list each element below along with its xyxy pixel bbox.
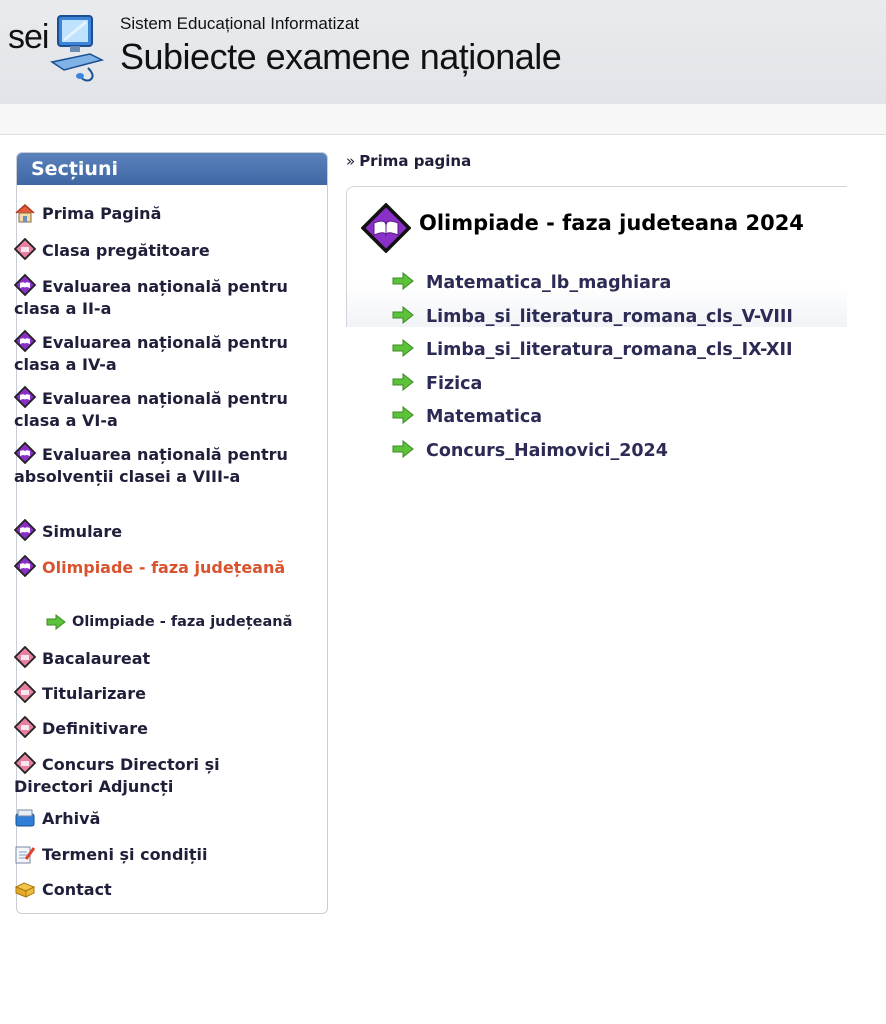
subject-links-list: Matematica_lb_maghiara Limba_si_literatu… xyxy=(392,272,793,473)
sidebar-item-label: Bacalaureat xyxy=(42,649,151,668)
sidebar-item-evaluare-vi[interactable]: Evaluarea națională pentru clasa a VI-a xyxy=(14,386,304,432)
list-item[interactable]: Limba_si_literatura_romana_cls_V-VIII xyxy=(392,305,793,340)
sidebar-item-definitivare[interactable]: Definitivare xyxy=(14,716,304,740)
subject-link[interactable]: Fizica xyxy=(426,374,482,394)
sidebar-item-label: Definitivare xyxy=(42,719,148,738)
sidebar-item-titularizare[interactable]: Titularizare xyxy=(14,681,304,705)
diamond-book-icon xyxy=(14,519,36,541)
list-item[interactable]: Matematica xyxy=(392,406,793,440)
list-item[interactable]: Limba_si_literatura_romana_cls_IX-XII xyxy=(392,339,793,373)
sidebar-item-label: Titularizare xyxy=(42,684,146,703)
diamond-book-icon xyxy=(14,442,36,464)
sidebar-item-label: Evaluarea națională pentru clasa a II-a xyxy=(14,277,288,318)
subject-link[interactable]: Limba_si_literatura_romana_cls_IX-XII xyxy=(426,340,793,360)
sidebar-subitem-olimpiade[interactable]: Olimpiade - faza județeană xyxy=(46,611,316,633)
breadcrumb-home-link[interactable]: Prima pagina xyxy=(359,152,471,170)
sidebar-heading: Secțiuni xyxy=(17,153,327,185)
diamond-book-icon xyxy=(14,274,36,296)
subject-link[interactable]: Limba_si_literatura_romana_cls_V-VIII xyxy=(426,307,793,327)
header-bar xyxy=(0,104,886,135)
sidebar-item-olimpiade[interactable]: Olimpiade - faza județeană xyxy=(14,555,304,579)
subject-link[interactable]: Matematica xyxy=(426,407,542,427)
breadcrumb-separator: » xyxy=(346,152,356,170)
sidebar-item-evaluare-ii[interactable]: Evaluarea națională pentru clasa a II-a xyxy=(14,274,304,320)
sidebar-item-label: Evaluarea națională pentru clasa a IV-a xyxy=(14,333,288,374)
green-arrow-icon xyxy=(392,372,414,391)
site-header: sei Sistem Educațional Informatizat Subi… xyxy=(0,0,886,104)
green-arrow-icon xyxy=(392,272,414,290)
green-arrow-icon xyxy=(392,305,414,324)
archive-icon xyxy=(15,809,35,827)
sidebar-item-prima-pagina[interactable]: Prima Pagină xyxy=(14,203,304,225)
breadcrumb: » Prima pagina xyxy=(346,152,471,170)
diamond-icon xyxy=(14,716,36,738)
diamond-book-icon xyxy=(361,203,411,253)
diamond-book-icon xyxy=(14,386,36,408)
subject-link[interactable]: Matematica_lb_maghiara xyxy=(426,273,671,293)
sidebar-item-label: Clasa pregătitoare xyxy=(42,241,210,260)
diamond-icon xyxy=(14,646,36,668)
green-arrow-icon xyxy=(392,339,414,357)
list-item[interactable]: Matematica_lb_maghiara xyxy=(392,272,793,306)
sidebar-item-label: Termeni și condiții xyxy=(42,845,208,864)
site-title[interactable]: Subiecte examene naționale xyxy=(120,36,562,78)
list-item[interactable]: Fizica xyxy=(392,372,793,407)
green-arrow-icon xyxy=(392,406,414,424)
subject-link[interactable]: Concurs_Haimovici_2024 xyxy=(426,441,668,461)
sidebar-item-label: Olimpiade - faza județeană xyxy=(72,614,293,630)
site-subtitle: Sistem Educațional Informatizat xyxy=(120,14,360,33)
sidebar-item-evaluare-iv[interactable]: Evaluarea națională pentru clasa a IV-a xyxy=(14,330,304,376)
sidebar-item-bacalaureat[interactable]: Bacalaureat xyxy=(14,646,304,670)
sidebar-item-contact[interactable]: Contact xyxy=(14,879,304,901)
green-arrow-icon xyxy=(392,439,414,458)
sidebar-item-label: Prima Pagină xyxy=(42,204,162,223)
sidebar-item-label: Concurs Directori și Directori Adjuncți xyxy=(14,755,220,796)
diamond-book-icon xyxy=(14,330,36,352)
contact-icon xyxy=(14,882,36,898)
diamond-icon xyxy=(14,681,36,703)
sidebar-item-label: Contact xyxy=(42,880,112,899)
sidebar-item-termeni[interactable]: Termeni și condiții xyxy=(14,844,304,866)
computer-logo-icon[interactable] xyxy=(50,10,106,82)
diamond-icon xyxy=(14,752,36,774)
notepad-icon xyxy=(15,846,36,864)
sidebar-item-label: Evaluarea națională pentru absolvenții c… xyxy=(14,445,288,486)
diamond-book-icon xyxy=(14,555,36,577)
sidebar-item-arhiva[interactable]: Arhivă xyxy=(14,808,304,830)
list-item[interactable]: Concurs_Haimovici_2024 xyxy=(392,439,793,474)
sidebar-item-clasa-pregatitoare[interactable]: Clasa pregătitoare xyxy=(14,238,304,262)
sidebar-item-simulare[interactable]: Simulare xyxy=(14,519,304,543)
sidebar-item-label: Arhivă xyxy=(42,809,101,828)
sidebar-item-label: Evaluarea națională pentru clasa a VI-a xyxy=(14,389,288,430)
page-title: Olimpiade - faza judeteana 2024 xyxy=(419,211,804,235)
green-arrow-icon xyxy=(46,614,66,630)
sidebar-item-label: Olimpiade - faza județeană xyxy=(42,558,286,577)
diamond-icon xyxy=(14,238,36,260)
sidebar-item-label: Simulare xyxy=(42,522,123,541)
logo-text[interactable]: sei xyxy=(8,18,49,57)
sidebar-item-evaluare-viii[interactable]: Evaluarea națională pentru absolvenții c… xyxy=(14,442,304,488)
home-icon xyxy=(15,203,35,223)
sidebar-item-concurs-directori[interactable]: Concurs Directori și Directori Adjuncți xyxy=(14,752,304,798)
